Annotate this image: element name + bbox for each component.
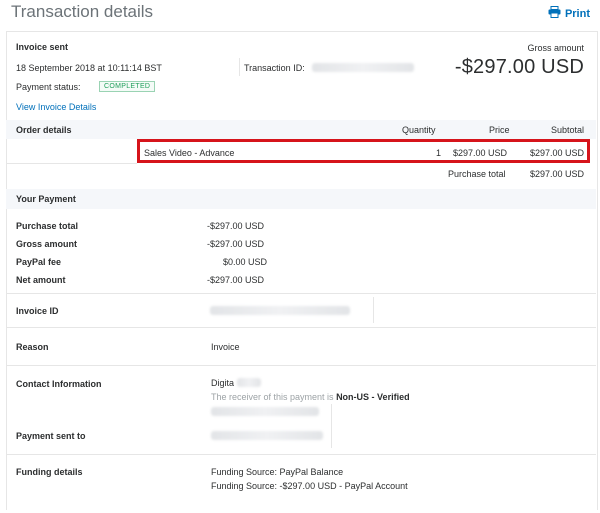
- divider: [331, 404, 332, 448]
- column-price: Price: [489, 125, 510, 135]
- print-button[interactable]: Print: [548, 6, 590, 21]
- divider: [373, 297, 374, 323]
- printer-icon: [548, 6, 561, 21]
- reason-value: Invoice: [211, 342, 240, 352]
- contact-email-redacted: [211, 407, 319, 416]
- reason-label: Reason: [16, 342, 49, 352]
- highlight-box: [137, 139, 590, 163]
- column-subtotal: Subtotal: [550, 125, 584, 135]
- payment-sent-to-redacted: [211, 431, 323, 440]
- receiver-verification-status: Non-US - Verified: [336, 392, 410, 402]
- contact-name: Digita: [211, 378, 235, 388]
- your-payment-heading: Your Payment: [16, 194, 76, 204]
- page-title: Transaction details: [11, 2, 154, 21]
- divider: [6, 365, 596, 366]
- receiver-note-prefix: The receiver of this payment is: [211, 392, 337, 402]
- print-label: Print: [564, 7, 590, 20]
- divider: [6, 163, 137, 164]
- payment-row-label: PayPal fee: [16, 257, 62, 267]
- payment-sent-to-label: Payment sent to: [16, 431, 86, 441]
- payment-row-value: $0.00 USD: [223, 257, 268, 267]
- contact-name-redacted: [237, 378, 261, 387]
- gross-amount-value: -$297.00 USD: [454, 56, 584, 78]
- divider: [6, 293, 596, 294]
- purchase-total-label: Purchase total: [448, 169, 506, 179]
- divider: [6, 454, 596, 455]
- divider: [239, 58, 240, 76]
- your-payment-header: [6, 189, 596, 209]
- view-invoice-link[interactable]: View Invoice Details: [16, 102, 96, 112]
- receiver-note: The receiver of this payment is Non-US -…: [211, 392, 410, 402]
- funding-details-label: Funding details: [16, 467, 83, 477]
- payment-row-value: -$297.00 USD: [207, 221, 265, 231]
- payment-row-label: Purchase total: [16, 221, 79, 231]
- status-badge: COMPLETED: [99, 81, 156, 92]
- order-details-heading: Order details: [16, 125, 72, 135]
- payment-row-label: Gross amount: [16, 239, 78, 249]
- contact-info-label: Contact Information: [16, 379, 102, 389]
- invoice-id-label: Invoice ID: [16, 306, 59, 316]
- column-quantity: Quantity: [402, 125, 436, 135]
- divider: [6, 327, 596, 328]
- payment-row-value: -$297.00 USD: [207, 239, 265, 249]
- gross-amount-label: Gross amount: [527, 43, 584, 53]
- purchase-total-value: $297.00 USD: [529, 169, 584, 179]
- funding-source-line: Funding Source: PayPal Balance: [211, 467, 344, 477]
- payment-status-label: Payment status:: [16, 82, 81, 92]
- invoice-status-heading: Invoice sent: [16, 42, 69, 52]
- funding-source-line: Funding Source: -$297.00 USD - PayPal Ac…: [211, 481, 408, 491]
- payment-row-value: -$297.00 USD: [207, 275, 265, 285]
- transaction-id-redacted: [312, 63, 414, 72]
- invoice-id-redacted: [210, 306, 350, 315]
- transaction-id-label: Transaction ID:: [244, 63, 305, 73]
- transaction-date: 18 September 2018 at 10:11:14 BST: [16, 63, 162, 73]
- payment-row-label: Net amount: [16, 275, 66, 285]
